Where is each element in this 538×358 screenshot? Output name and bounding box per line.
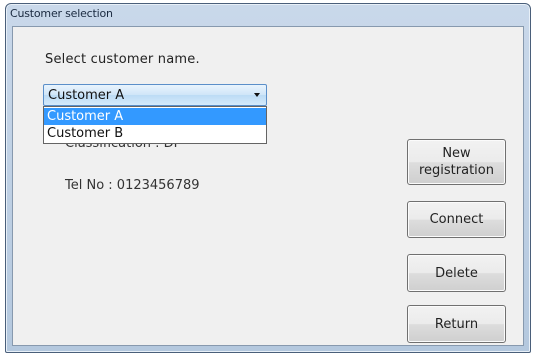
dialog-body: Select customer name. Customer A Classif… bbox=[12, 26, 524, 346]
connect-button[interactable]: Connect bbox=[407, 201, 506, 238]
customer-dropdown-list: Customer A Customer B bbox=[43, 106, 267, 144]
delete-button[interactable]: Delete bbox=[407, 254, 506, 292]
window-title: Customer selection bbox=[10, 7, 113, 20]
dropdown-option-customer-b[interactable]: Customer B bbox=[44, 125, 266, 142]
customer-selection-window: Customer selection Select customer name.… bbox=[5, 3, 531, 353]
return-button[interactable]: Return bbox=[407, 305, 506, 343]
return-button-label: Return bbox=[434, 316, 479, 332]
title-bar[interactable]: Customer selection bbox=[6, 4, 530, 26]
connect-button-label: Connect bbox=[429, 212, 484, 227]
customer-select[interactable]: Customer A bbox=[43, 84, 267, 106]
chevron-down-icon[interactable] bbox=[254, 93, 260, 97]
new-registration-button[interactable]: New registration bbox=[407, 139, 506, 185]
instruction-label: Select customer name. bbox=[45, 52, 200, 67]
new-registration-button-label: New registration bbox=[418, 146, 494, 178]
delete-button-label: Delete bbox=[435, 265, 478, 281]
customer-select-value: Customer A bbox=[48, 88, 125, 103]
tel-number-label: Tel No : 0123456789 bbox=[65, 178, 200, 193]
dropdown-option-customer-a[interactable]: Customer A bbox=[44, 108, 266, 125]
